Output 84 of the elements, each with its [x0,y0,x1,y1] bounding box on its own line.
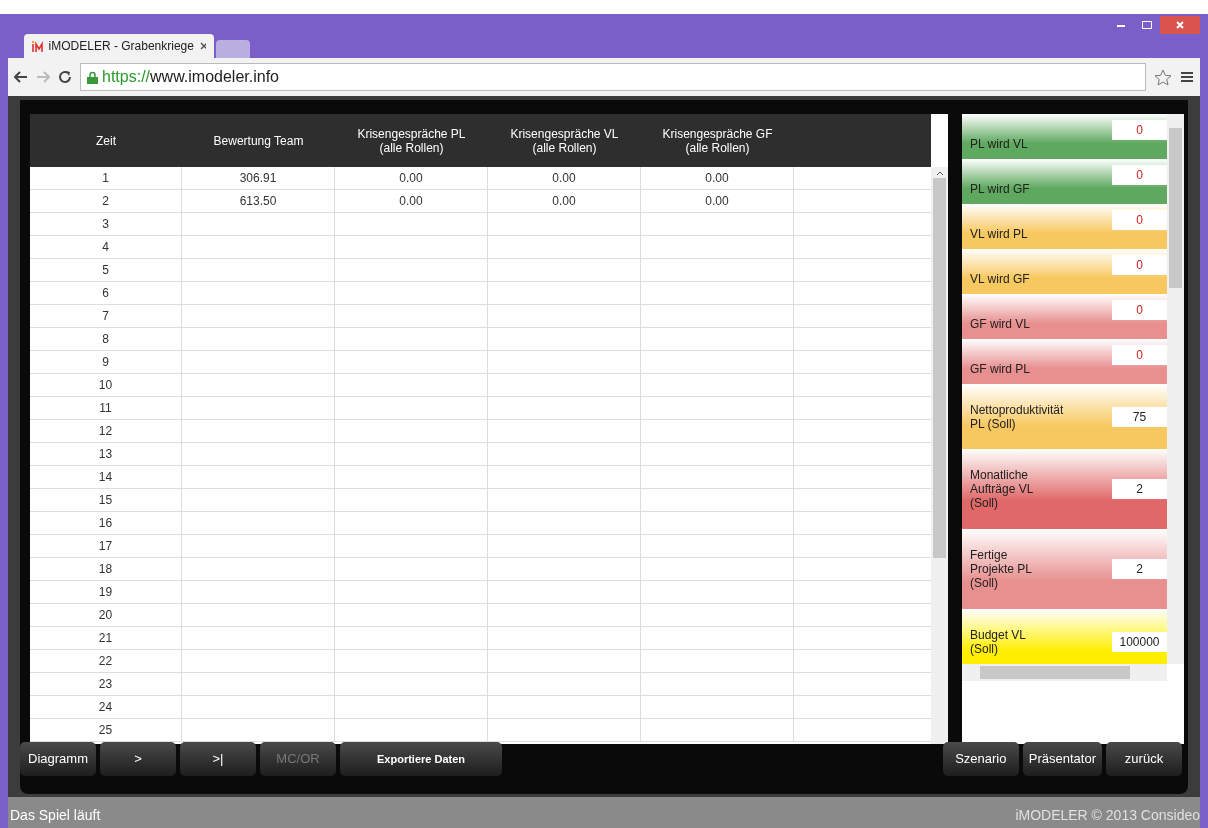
parameter-label: Budget VL (Soll) [970,627,1027,656]
row-number: 3 [102,216,109,233]
copyright-text: iMODELER © 2013 Consideo [1015,806,1200,825]
table-cell-text: 0.00 [705,170,729,187]
column-header: Krisengespräche VL (alle Rollen) [509,125,620,157]
value-field[interactable]: 0 [1112,120,1167,140]
parameter-label: VL wird GF [970,271,1030,286]
status-message: Das Spiel läuft [9,806,101,825]
value-field[interactable]: 2 [1112,559,1167,579]
table-cell-text: 0.00 [399,193,423,210]
row-number: 1 [102,170,109,187]
column-header: Zeit [95,132,117,150]
toolbar-button[interactable]: Szenario [942,742,1019,776]
value-field[interactable]: 100000 [1112,631,1167,652]
close-icon [1176,21,1184,29]
row-number: 14 [98,469,113,486]
back-icon[interactable] [14,71,28,83]
toolbar-button[interactable]: Präsentator [1022,742,1102,776]
row-number: 9 [102,354,109,371]
toolbar-button[interactable]: Exportiere Daten [340,742,502,776]
row-number: 16 [98,515,113,532]
parameter-label: Fertige Projekte PL (Soll) [970,548,1033,590]
row-number: 22 [98,653,113,670]
lock-icon [87,70,98,84]
row-number: 18 [98,561,113,578]
star-icon[interactable] [1154,68,1172,86]
column-header: Krisengespräche GF (alle Rollen) [661,125,774,157]
close-icon[interactable] [199,42,206,50]
row-number: 25 [98,722,113,739]
scrollbar[interactable] [931,167,948,744]
row-number: 2 [102,193,109,210]
value-field[interactable]: 0 [1112,300,1167,320]
parameter-label: PL wird VL [970,136,1028,151]
row-number: 17 [98,538,113,555]
minimize-icon [1117,23,1125,27]
table-cell-text: 0.00 [552,170,576,187]
row-number: 23 [98,676,113,693]
value-field[interactable]: 2 [1112,479,1167,499]
value-field[interactable]: 0 [1112,165,1167,185]
table-cell-text: 306.91 [239,170,277,187]
row-number: 20 [98,607,113,624]
row-number: 11 [99,400,112,417]
app-logo-icon [32,40,43,52]
parameter-label: GF wird VL [970,316,1030,331]
browser-tab[interactable]: iMODELER - Grabenkriege [24,34,214,58]
parameter-label: Monatliche Aufträge VL (Soll) [970,468,1034,510]
toolbar-button[interactable]: zurück [1106,742,1182,776]
menu-icon[interactable] [1180,71,1194,83]
parameter-label: VL wird PL [970,226,1028,241]
row-number: 4 [102,239,109,256]
row-number: 10 [98,377,113,394]
toolbar-button[interactable]: Diagramm [20,742,96,776]
address-field[interactable]: https://www.imodeler.info [80,63,1146,91]
row-number: 21 [98,630,113,647]
table-cell-text: 0.00 [705,193,729,210]
parameter-label: Nettoproduktivität PL (Soll) [970,402,1064,431]
value-field[interactable]: 0 [1112,255,1167,275]
scroll-up-icon[interactable] [935,171,944,176]
row-number: 7 [102,308,109,325]
table-cell-text: 0.00 [552,193,576,210]
toolbar-button[interactable]: > [100,742,176,776]
reload-icon[interactable] [58,70,72,84]
row-number: 6 [102,285,109,302]
parameter-label: GF wird PL [970,361,1030,376]
table-cell-text: 613.50 [239,193,277,210]
row-number: 24 [98,699,113,716]
row-number: 12 [98,423,113,440]
close-button[interactable] [1160,16,1200,34]
parameter-label: PL wird GF [970,181,1030,196]
scrollbar[interactable] [1167,114,1184,664]
toolbar-button[interactable]: >| [180,742,256,776]
row-number: 5 [102,262,109,279]
column-header: Krisengespräche PL (alle Rollen) [356,125,467,157]
row-number: 15 [98,492,113,509]
maximize-icon [1142,21,1152,29]
table-cell-text: 0.00 [399,170,423,187]
row-number: 8 [102,331,109,348]
value-field[interactable]: 75 [1112,406,1167,427]
value-field[interactable]: 0 [1112,210,1167,230]
horizontal-scrollbar[interactable] [962,664,1167,681]
column-header: Bewertung Team [212,132,305,150]
value-field[interactable]: 0 [1112,345,1167,365]
row-number: 13 [98,446,113,463]
row-number: 19 [98,584,113,601]
